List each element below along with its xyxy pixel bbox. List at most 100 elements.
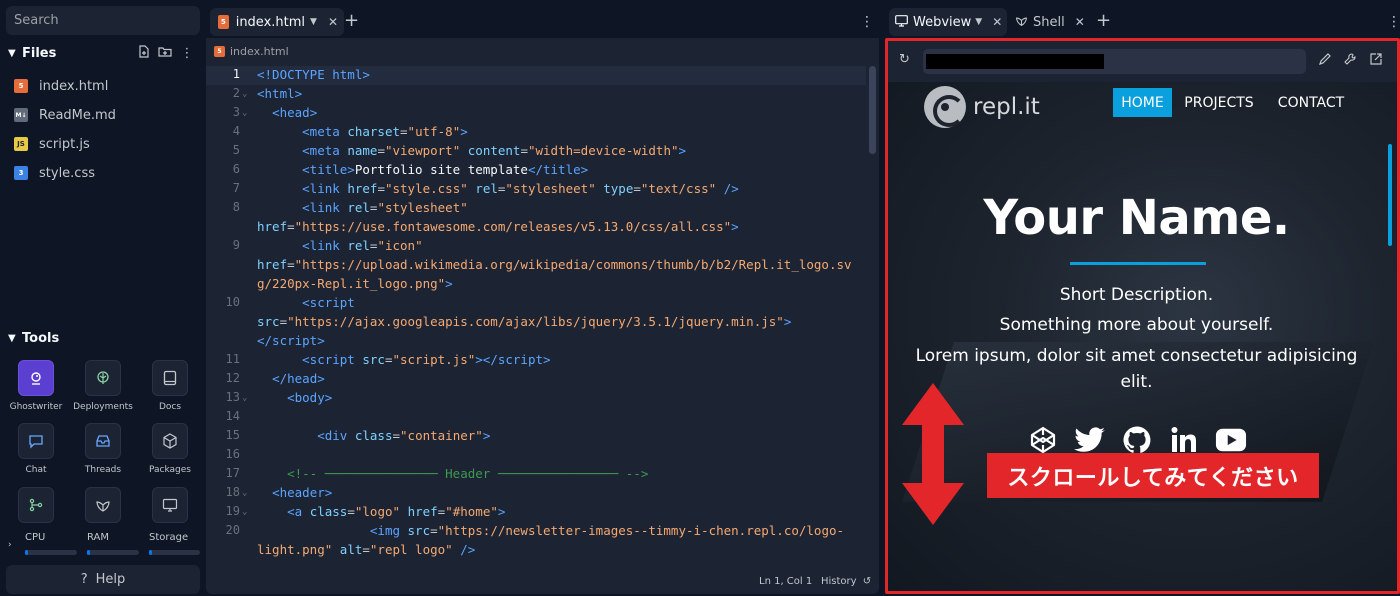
chat-icon[interactable]: [18, 423, 54, 459]
url-input[interactable]: [923, 49, 1306, 74]
code-line: <img src="https://newsletter-images--tim…: [369, 523, 845, 538]
docs-icon[interactable]: [152, 360, 188, 396]
file-item-style-css[interactable]: 3 style.css: [8, 160, 200, 186]
monitor-icon[interactable]: [152, 487, 188, 523]
threads-icon[interactable]: [85, 423, 121, 459]
fold-chevron-icon[interactable]: ⌄: [242, 89, 247, 99]
site-logo[interactable]: repl.it: [924, 86, 1040, 128]
tool-shell-shell[interactable]: [70, 487, 136, 523]
fold-chevron-icon[interactable]: ⌄: [242, 507, 247, 517]
line-number: 4: [232, 124, 240, 138]
add-tab-icon[interactable]: +: [1096, 10, 1111, 31]
tool-label: Threads: [84, 465, 122, 475]
page-scrollbar[interactable]: [1388, 144, 1392, 246]
line-number: 14: [225, 409, 240, 423]
nav-contact[interactable]: CONTACT: [1271, 88, 1351, 117]
ghostwriter-icon[interactable]: [18, 360, 54, 396]
fold-chevron-icon[interactable]: ⌄: [242, 488, 247, 498]
code-line: </head>: [272, 371, 325, 386]
line-number: 7: [232, 181, 240, 195]
tool-webview[interactable]: [137, 487, 203, 523]
tool-ghostwriter[interactable]: Ghostwriter: [3, 360, 69, 420]
file-item-index-html[interactable]: 5 index.html: [8, 73, 200, 99]
wrench-icon[interactable]: [1343, 52, 1357, 70]
line-number: 1: [232, 67, 240, 81]
code-line: <script src="script.js"></script>: [302, 352, 551, 367]
line-number: 11: [225, 352, 240, 366]
chevron-right-icon[interactable]: ›: [8, 540, 12, 550]
tool-packages[interactable]: Packages: [137, 423, 203, 483]
add-tab-icon[interactable]: +: [344, 10, 359, 31]
file-name: index.html: [39, 78, 109, 94]
codepen-icon[interactable]: [1027, 424, 1059, 456]
close-icon[interactable]: ✕: [992, 15, 1002, 29]
sidebar: Search ▼ Files ⋮ 5 index.html M↓ ReadMe.…: [0, 0, 206, 596]
tab-shell[interactable]: Shell ✕: [1009, 8, 1087, 36]
file-name: ReadMe.md: [39, 107, 116, 123]
nav-home[interactable]: HOME: [1113, 88, 1172, 117]
code-area[interactable]: 1 2 3 4 5 6 7 8 9 10 11 12 13 14 15 16 1…: [206, 66, 866, 566]
packages-icon[interactable]: [152, 423, 188, 459]
tab-index-html[interactable]: 5 index.html ▼ ✕: [210, 8, 344, 36]
reload-icon[interactable]: ↻: [899, 52, 910, 67]
code-line: <!-- ─────────────── Header ────────────…: [287, 466, 649, 481]
js-file-icon: JS: [14, 137, 28, 151]
twitter-icon[interactable]: [1074, 424, 1106, 456]
help-button[interactable]: ? Help: [6, 565, 200, 594]
deployments-icon[interactable]: [85, 360, 121, 396]
new-file-icon[interactable]: [132, 44, 154, 62]
close-icon[interactable]: ✕: [328, 15, 338, 29]
code-line: <body>: [287, 390, 333, 405]
chevron-down-icon[interactable]: ▼: [8, 333, 22, 344]
breadcrumb-file[interactable]: index.html: [230, 45, 289, 58]
webview-frame: ↻ repl.it HOME PROJECTS CONTACT Your Nam…: [885, 38, 1400, 594]
chevron-down-icon[interactable]: ▼: [310, 17, 317, 27]
webview-url-bar: ↻: [888, 41, 1397, 82]
tab-webview[interactable]: Webview ▼ ✕: [889, 8, 1007, 36]
nav-projects[interactable]: PROJECTS: [1177, 88, 1261, 117]
code-line: <link rel="stylesheet": [302, 200, 468, 215]
file-item-readme-md[interactable]: M↓ ReadMe.md: [8, 102, 200, 128]
code-line: light.png" alt="repl logo" />: [257, 542, 476, 557]
youtube-icon[interactable]: [1215, 424, 1247, 456]
tools-header[interactable]: ▼ Tools: [0, 326, 206, 350]
fold-chevron-icon[interactable]: ⌄: [242, 108, 247, 118]
cursor-position[interactable]: Ln 1, Col 1: [759, 576, 812, 587]
chevron-down-icon[interactable]: ▼: [8, 48, 22, 59]
linkedin-icon[interactable]: [1168, 424, 1200, 456]
resource-usage[interactable]: › CPU RAM Storage: [0, 530, 206, 558]
github-icon[interactable]: [1121, 424, 1153, 456]
tool-chat[interactable]: Chat: [3, 423, 69, 483]
git-icon[interactable]: [18, 487, 54, 523]
tool-docs[interactable]: Docs: [137, 360, 203, 420]
more-options-icon[interactable]: ⋮: [176, 46, 198, 61]
tools-title: Tools: [22, 330, 60, 346]
pencil-icon[interactable]: [1318, 52, 1332, 70]
ram-bar: [87, 550, 139, 555]
markdown-file-icon: M↓: [14, 108, 28, 122]
file-item-script-js[interactable]: JS script.js: [8, 131, 200, 157]
editor-scrollbar[interactable]: [869, 66, 876, 154]
more-options-icon[interactable]: ⋮: [860, 14, 874, 30]
line-number: 12: [225, 371, 240, 385]
tool-git[interactable]: [3, 487, 69, 523]
new-folder-icon[interactable]: [154, 45, 176, 62]
chevron-down-icon[interactable]: ▼: [975, 17, 982, 27]
search-input[interactable]: Search: [6, 6, 200, 35]
tool-deployments[interactable]: Deployments: [70, 360, 136, 420]
history-button[interactable]: History ↺: [821, 576, 871, 587]
line-number: 10: [225, 295, 240, 309]
editor-tab-bar: 5 index.html ▼ ✕ + ⋮: [206, 6, 879, 38]
close-icon[interactable]: ✕: [1075, 15, 1085, 29]
code-line: src="https://ajax.googleapis.com/ajax/li…: [257, 314, 792, 329]
open-external-icon[interactable]: [1369, 52, 1383, 70]
code-line: g/220px-Repl.it_logo.png">: [257, 276, 453, 291]
tool-label: Packages: [149, 465, 191, 475]
monitor-icon: [895, 14, 908, 30]
line-number: 17: [225, 466, 240, 480]
fold-chevron-icon[interactable]: ⌄: [242, 393, 247, 403]
more-options-icon[interactable]: ⋮: [1387, 14, 1400, 30]
tool-threads[interactable]: Threads: [70, 423, 136, 483]
shell-icon[interactable]: [85, 487, 121, 523]
files-header[interactable]: ▼ Files ⋮: [0, 40, 206, 66]
